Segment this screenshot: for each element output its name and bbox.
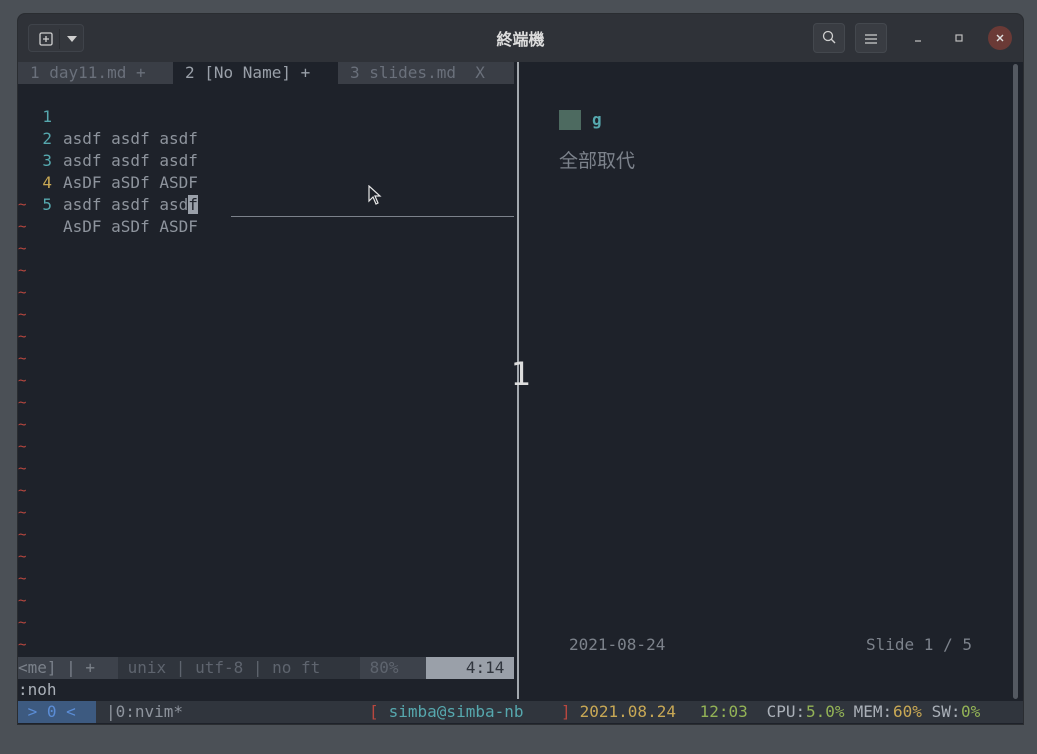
vim-tabline: 1 day11.md + 2 [No Name] + 3 slides.md X: [18, 62, 514, 84]
slide-preview-pane: g 全部取代 1 2021-08-24 Slide 1 / 5: [511, 62, 1011, 699]
search-button[interactable]: [813, 23, 845, 53]
minimize-button[interactable]: [906, 26, 930, 50]
slide-heading-text: g: [592, 110, 602, 129]
minimize-icon: [915, 40, 921, 42]
text-cursor: f: [188, 195, 198, 214]
title-bar: 終端機: [18, 14, 1023, 62]
vim-tab-slides[interactable]: 3 slides.md X: [338, 62, 514, 84]
search-icon: [822, 29, 836, 48]
maximize-icon: [955, 34, 963, 42]
terminal-content[interactable]: 1 day11.md + 2 [No Name] + 3 slides.md X…: [18, 62, 1023, 724]
tmux-cpu-value: 5.0%: [806, 702, 845, 721]
tmux-session[interactable]: > 0 <: [18, 701, 96, 723]
tmux-mem-value: 60%: [893, 702, 922, 721]
line-text: AsDF aSDf ASDF: [63, 173, 198, 192]
tilde-marker: ~: [18, 395, 27, 411]
scrollbar[interactable]: [1013, 64, 1018, 699]
close-button[interactable]: [988, 26, 1012, 50]
tilde-marker: ~: [18, 417, 27, 433]
tilde-marker: ~: [18, 241, 27, 257]
vim-command-line[interactable]: :noh: [18, 679, 57, 701]
tilde-marker: ~: [18, 527, 27, 543]
pane-number: 1: [510, 355, 532, 393]
tilde-marker: ~: [18, 637, 27, 653]
tmux-time: 12:03: [690, 702, 748, 721]
editor-line[interactable]: 2 asdf asdf asdf: [18, 106, 198, 170]
tilde-marker: ~: [18, 373, 27, 389]
tmux-cpu-label: CPU:: [757, 702, 806, 721]
tmux-date: 2021.08.24: [570, 702, 676, 721]
tilde-marker: ~: [18, 593, 27, 609]
new-tab-icon[interactable]: [35, 28, 57, 50]
tmux-status-bar: > 0 < |0:nvim* [ simba@simba-nb ] 2021.0…: [18, 701, 1023, 723]
tmux-bracket-open: [: [369, 702, 379, 721]
hamburger-icon: [865, 29, 877, 48]
editor-line[interactable]: 3 AsDF aSDf ASDF: [18, 128, 198, 192]
tmux-window[interactable]: |0:nvim*: [106, 701, 183, 723]
editor-line[interactable]: 5 AsDF aSDf ASDF: [18, 172, 198, 236]
terminal-window: 終端機 1 day11.md + 2 [No Name] + 3 slides.…: [18, 14, 1023, 724]
vim-tab-day11[interactable]: 1 day11.md +: [18, 62, 173, 84]
cursorline-underline: [231, 216, 514, 217]
tmux-sw-label: SW:: [922, 702, 961, 721]
line-text: asdf asdf asdf: [63, 129, 198, 148]
vim-tab-no-name[interactable]: 2 [No Name] +: [173, 62, 338, 84]
editor-line[interactable]: 1 asdf asdf asdf: [18, 84, 198, 148]
tilde-marker: ~: [18, 197, 27, 213]
close-icon: [996, 34, 1004, 42]
slide-heading: g: [559, 109, 602, 131]
maximize-button[interactable]: [947, 26, 971, 50]
new-tab-button-group[interactable]: [28, 24, 84, 52]
line-text-before-cursor: asdf asdf asd: [63, 195, 189, 214]
slide-body-text: 全部取代: [559, 150, 636, 172]
tilde-marker: ~: [18, 615, 27, 631]
chevron-down-icon[interactable]: [63, 28, 81, 50]
tilde-marker: ~: [18, 263, 27, 279]
heading-marker-icon: [559, 110, 581, 130]
tilde-marker: ~: [18, 329, 27, 345]
mouse-pointer-icon: [368, 185, 382, 205]
line-text: asdf asdf asdf: [63, 194, 198, 216]
tmux-host: simba@simba-nb: [379, 702, 534, 721]
tilde-marker: ~: [18, 219, 27, 235]
slide-date: 2021-08-24: [569, 635, 666, 654]
tilde-marker: ~: [18, 439, 27, 455]
line-text: AsDF aSDf ASDF: [63, 217, 198, 236]
tilde-marker: ~: [18, 505, 27, 521]
tilde-marker: ~: [18, 351, 27, 367]
tmux-mem-label: MEM:: [844, 702, 893, 721]
vim-statusline: <me] | + unix | utf-8 | no ft 80% 4:14: [18, 657, 514, 679]
tilde-marker: ~: [18, 285, 27, 301]
status-percent: 80%: [360, 657, 426, 679]
slide-page-counter: Slide 1 / 5: [866, 635, 972, 654]
tilde-marker: ~: [18, 549, 27, 565]
divider: [59, 29, 60, 49]
tmux-sw-value: 0%: [961, 702, 981, 721]
tilde-marker: ~: [18, 571, 27, 587]
menu-button[interactable]: [855, 23, 887, 53]
editor-line-current[interactable]: 4 asdf asdf asdf: [18, 150, 198, 214]
status-filename: <me] | +: [18, 657, 118, 679]
tilde-marker: ~: [18, 307, 27, 323]
tilde-marker: ~: [18, 483, 27, 499]
line-text: asdf asdf asdf: [63, 151, 198, 170]
status-file-info: unix | utf-8 | no ft: [118, 658, 330, 677]
status-cursor-position: 4:14: [426, 657, 514, 679]
tilde-marker: ~: [18, 461, 27, 477]
